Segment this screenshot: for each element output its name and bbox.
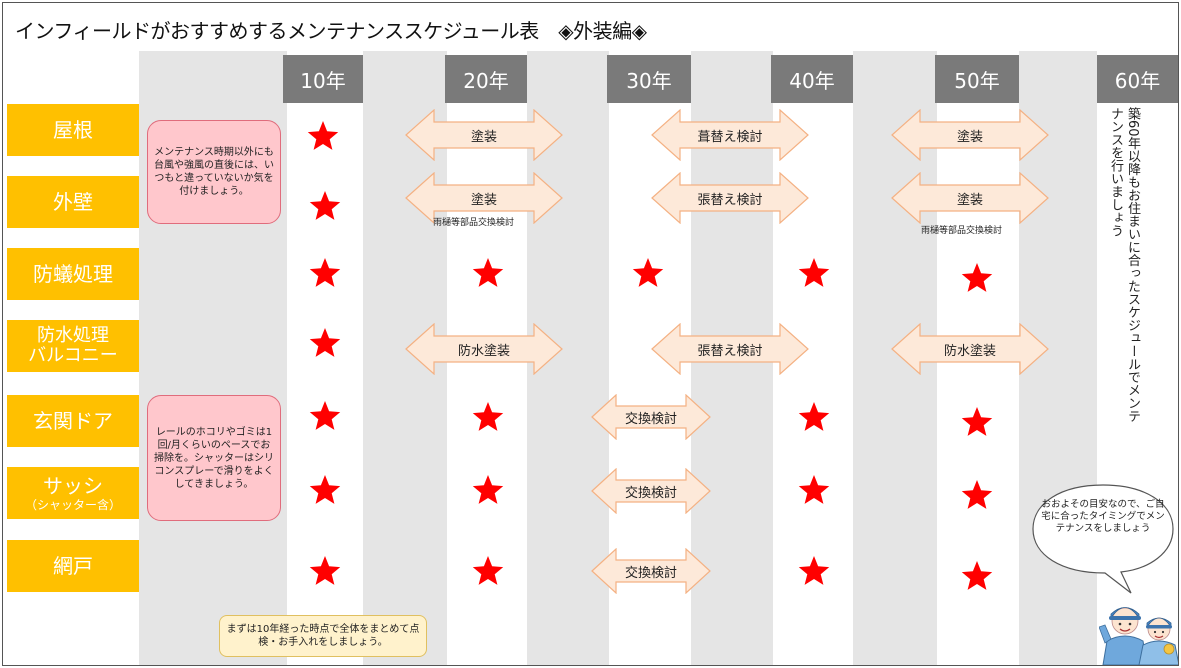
arrow-wall-35: 張替え検討: [651, 172, 809, 224]
star-icon: [797, 400, 831, 434]
star-icon: [471, 473, 505, 507]
category-label: 網戸: [53, 554, 93, 578]
category-screen-door: 網戸: [7, 540, 139, 592]
year-header-40: 40年: [771, 55, 853, 103]
arrow-label: 防水塗装: [943, 343, 996, 359]
category-sash: サッシ （シャッター含）: [7, 467, 139, 519]
arrow-label: 交換検討: [624, 411, 677, 427]
category-label: 玄関ドア: [33, 409, 113, 433]
year-header-20: 20年: [445, 55, 527, 103]
arrow-label: 塗装: [956, 192, 983, 208]
category-label: 屋根: [53, 118, 93, 142]
arrow-label: 交換検討: [624, 565, 677, 581]
arrow-balcony-20: 防水塗装: [405, 323, 563, 375]
year-header-50: 50年: [935, 55, 1019, 103]
category-exterior-wall: 外壁: [7, 176, 139, 228]
arrow-balcony-50: 防水塗装: [891, 323, 1049, 375]
arrow-label: 葺替え検討: [697, 129, 763, 145]
arrow-label: 塗装: [956, 129, 983, 145]
arrow-sash-30: 交換検討: [591, 468, 711, 514]
arrow-label: 張替え検討: [697, 192, 763, 208]
note-typhoon-check: メンテナンス時期以外にも台風や強風の直後には、いつもと違っていないか気を付けまし…: [147, 120, 281, 224]
arrow-label: 防水塗装: [457, 343, 510, 359]
note-10-year-inspection: まずは10年経った時点で全体をまとめて点検・お手入れをしましょう。: [219, 615, 427, 657]
star-icon: [797, 256, 831, 290]
wall-50-sublabel: 雨樋等部品交換検討: [921, 226, 1003, 236]
category-label: 防蟻処理: [33, 262, 113, 286]
workers-illustration: [1098, 587, 1178, 665]
arrow-label: 交換検討: [624, 485, 677, 501]
category-label: 防水処理: [37, 325, 109, 346]
year-header-10: 10年: [283, 55, 363, 103]
star-icon: [960, 559, 994, 593]
workers-icon: [1098, 607, 1178, 665]
schedule-sheet: インフィールドがおすすめするメンテナンススケジュール表 ◈外装編◈ 10年 20…: [2, 2, 1179, 666]
category-label: サッシ: [43, 474, 103, 498]
star-icon: [308, 256, 342, 290]
star-icon: [308, 473, 342, 507]
arrow-screen-30: 交換検討: [591, 548, 711, 594]
star-icon: [960, 405, 994, 439]
arrow-label: 張替え検討: [697, 343, 763, 359]
star-icon: [797, 554, 831, 588]
star-icon: [471, 554, 505, 588]
arrow-door-30: 交換検討: [591, 394, 711, 440]
category-termite-treatment: 防蟻処理: [7, 248, 139, 300]
category-entrance-door: 玄関ドア: [7, 395, 139, 447]
note-rail-cleaning: レールのホコリやゴミは1回/月くらいのペースでお掃除を。シャッターはシリコンスプ…: [147, 395, 281, 521]
star-icon: [308, 554, 342, 588]
star-icon: [960, 478, 994, 512]
speech-bubble: おおよその目安なので、ご自宅に合ったタイミングでメンテナンスをしましょう: [1029, 481, 1177, 601]
arrow-wall-50: 塗装: [891, 172, 1049, 224]
star-icon: [471, 256, 505, 290]
category-waterproofing-balcony: 防水処理 バルコニー: [7, 320, 139, 372]
arrow-roof-35: 葺替え検討: [651, 109, 809, 161]
star-icon: [960, 261, 994, 295]
arrow-balcony-35: 張替え検討: [651, 323, 809, 375]
star-icon: [797, 473, 831, 507]
arrow-roof-20: 塗装: [405, 109, 563, 161]
arrow-roof-50: 塗装: [891, 109, 1049, 161]
bubble-text: おおよその目安なので、ご自宅に合ったタイミングでメンテナンスをしましょう: [1041, 499, 1165, 534]
star-icon: [308, 326, 342, 360]
arrow-label: 塗装: [470, 129, 497, 145]
category-sublabel: （シャッター含）: [24, 498, 121, 512]
star-icon: [306, 119, 340, 153]
page-title: インフィールドがおすすめするメンテナンススケジュール表 ◈外装編◈: [15, 19, 647, 43]
star-icon: [308, 399, 342, 433]
star-icon: [471, 400, 505, 434]
category-sublabel: バルコニー: [28, 345, 118, 366]
star-icon: [631, 256, 665, 290]
year-header-60: 60年: [1097, 55, 1178, 103]
wall-20-sublabel: 雨樋等部品交換検討: [433, 218, 515, 228]
note-after-60-years: 築60年以降もお住まいに合ったスケジュールでメンテナンスを行いましょう: [1108, 107, 1140, 423]
star-icon: [308, 189, 342, 223]
category-roof: 屋根: [7, 104, 139, 156]
year-header-30: 30年: [607, 55, 691, 103]
category-label: 外壁: [53, 190, 93, 214]
